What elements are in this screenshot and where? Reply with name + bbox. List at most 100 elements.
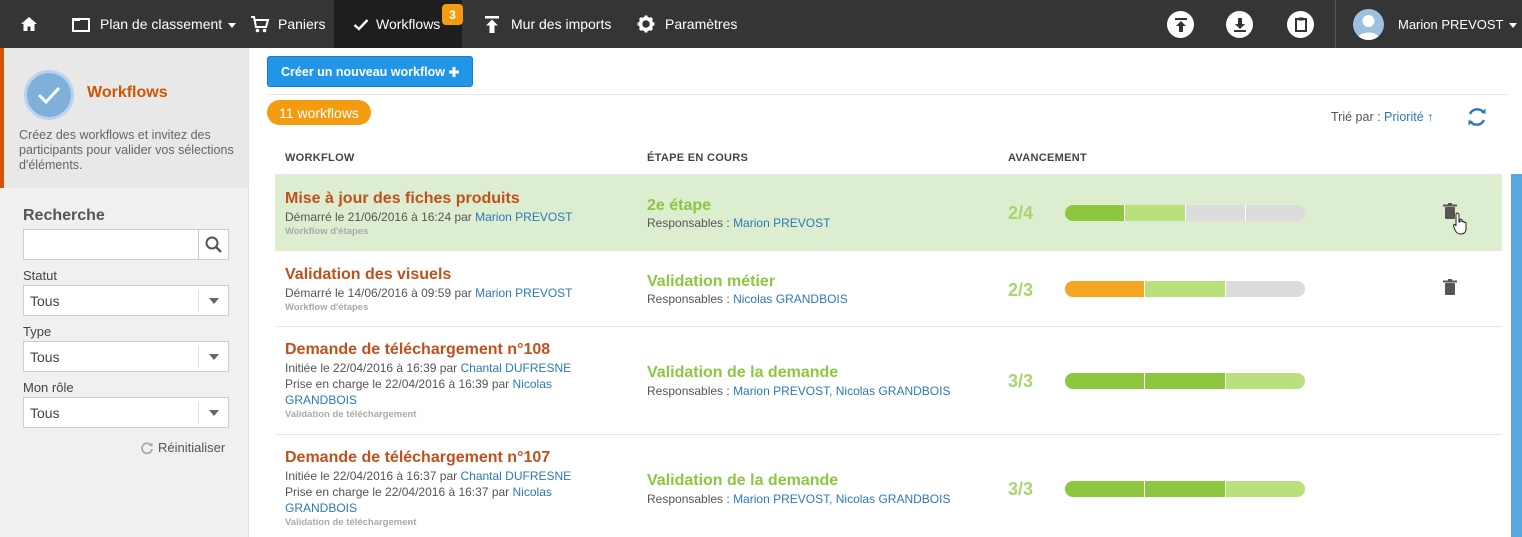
- nav-paniers[interactable]: Paniers: [250, 0, 325, 48]
- user-menu[interactable]: Marion PREVOST: [1398, 0, 1518, 48]
- workflow-kind: Workflow d'étapes: [285, 226, 369, 237]
- home-icon: [20, 17, 37, 31]
- type-label: Type: [23, 324, 52, 339]
- chevron-down-icon: [198, 402, 228, 424]
- user-icon: [1357, 15, 1380, 40]
- progress-segment: [1065, 281, 1145, 297]
- chevron-down-icon: [198, 346, 228, 368]
- progress-segment: [1224, 481, 1305, 497]
- avatar[interactable]: [1353, 9, 1384, 40]
- clipboard-button[interactable]: [1287, 11, 1314, 38]
- nav-mur-des-imports[interactable]: Mur des imports: [485, 0, 611, 48]
- refresh-button[interactable]: [1466, 106, 1488, 133]
- nav-label: Mur des imports: [511, 16, 612, 32]
- progress-bar: [1065, 481, 1305, 497]
- user-link[interactable]: Nicolas: [513, 377, 552, 391]
- user-link[interactable]: Chantal DUFRESNE: [460, 361, 571, 375]
- meta-text: Initiée le 22/04/2016 à 16:39 par: [285, 361, 458, 375]
- navbar-divider: [1335, 0, 1336, 48]
- download-icon: [1233, 17, 1246, 32]
- sidebar-title: Workflows: [87, 84, 168, 101]
- workflow-meta: Initiée le 22/04/2016 à 16:37 par Chanta…: [285, 468, 571, 516]
- scrollbar[interactable]: [1511, 174, 1522, 537]
- search-button[interactable]: [199, 229, 229, 260]
- column-header-workflow[interactable]: WORKFLOW: [285, 152, 355, 164]
- meta-text: Démarré le 21/06/2016 à 16:24 par: [285, 210, 472, 224]
- user-link[interactable]: Marion PREVOST: [475, 286, 572, 300]
- divider: [267, 94, 1509, 95]
- user-name: Marion PREVOST: [1398, 16, 1504, 32]
- workflow-title[interactable]: Demande de téléchargement n°108: [285, 341, 550, 359]
- progress-segment: [1224, 281, 1305, 297]
- delete-button[interactable]: [1443, 279, 1457, 300]
- nav-workflows[interactable]: Workflows 3: [334, 0, 463, 48]
- progress-segment: [1224, 373, 1305, 389]
- progress-bar: [1065, 205, 1305, 221]
- workflow-meta: Initiée le 22/04/2016 à 16:39 par Chanta…: [285, 360, 571, 408]
- sort-control[interactable]: Trié par : Priorité ↑: [1331, 110, 1433, 124]
- progress-segment: [1144, 373, 1225, 389]
- meta-text: Initiée le 22/04/2016 à 16:37 par: [285, 469, 458, 483]
- download-button[interactable]: [1226, 11, 1253, 38]
- responsables: Responsables : Marion PREVOST, Nicolas G…: [647, 492, 950, 506]
- user-link[interactable]: GRANDBOIS: [285, 501, 357, 515]
- type-select[interactable]: Tous: [23, 341, 229, 372]
- sort-value: Priorité ↑: [1384, 110, 1434, 124]
- search-heading: Recherche: [23, 207, 105, 224]
- user-link[interactable]: GRANDBOIS: [285, 393, 357, 407]
- nav-parametres[interactable]: Paramètres: [637, 0, 737, 48]
- resp-label: Responsables :: [647, 216, 730, 230]
- responsables: Responsables : Nicolas GRANDBOIS: [647, 292, 848, 306]
- workflow-meta: Démarré le 21/06/2016 à 16:24 par Marion…: [285, 209, 573, 225]
- refresh-icon: [1468, 108, 1486, 126]
- current-step: 2e étape: [647, 197, 712, 214]
- type-select-value: Tous: [30, 348, 60, 365]
- table-row[interactable]: Demande de téléchargement n°108 Initiée …: [275, 327, 1502, 435]
- status-select-value: Tous: [30, 292, 60, 309]
- new-workflow-button[interactable]: Créer un nouveau workflow: [267, 56, 473, 87]
- workflow-title[interactable]: Mise à jour des fiches produits: [285, 190, 520, 208]
- plus-icon: [448, 66, 459, 77]
- progress-segment: [1244, 205, 1305, 221]
- search-input[interactable]: [23, 229, 199, 260]
- table-row[interactable]: Mise à jour des fiches produits Démarré …: [275, 175, 1502, 251]
- table-row[interactable]: Demande de téléchargement n°107 Initiée …: [275, 435, 1502, 537]
- user-link[interactable]: Nicolas: [513, 485, 552, 499]
- column-header-step[interactable]: ÉTAPE EN COURS: [647, 152, 748, 164]
- upload-button[interactable]: [1167, 11, 1194, 38]
- progress-segment: [1144, 481, 1225, 497]
- table-row[interactable]: Validation des visuels Démarré le 14/06/…: [275, 251, 1502, 327]
- reset-button[interactable]: Réinitialiser: [140, 440, 225, 455]
- user-link[interactable]: Marion PREVOST: [475, 210, 572, 224]
- notification-badge: 3: [442, 4, 463, 25]
- progress-fraction: 3/3: [1008, 479, 1034, 499]
- upload-arrow-icon: [485, 15, 499, 33]
- meta-text: Prise en charge le 22/04/2016 à 16:39 pa…: [285, 377, 510, 391]
- progress-segment: [1144, 281, 1225, 297]
- nav-plan-de-classement[interactable]: Plan de classement: [72, 0, 237, 48]
- home-button[interactable]: [0, 0, 57, 48]
- role-select[interactable]: Tous: [23, 397, 229, 428]
- progress-fraction: 3/3: [1008, 371, 1034, 391]
- meta-text: Prise en charge le 22/04/2016 à 16:37 pa…: [285, 485, 510, 499]
- workflow-title[interactable]: Validation des visuels: [285, 266, 451, 284]
- clipboard-icon: [1294, 17, 1307, 32]
- workflow-title[interactable]: Demande de téléchargement n°107: [285, 449, 550, 467]
- sidebar-description: Créez des workflows et invitez des parti…: [19, 128, 234, 172]
- user-link[interactable]: Marion PREVOST: [733, 216, 830, 230]
- user-link[interactable]: Marion PREVOST, Nicolas GRANDBOIS: [733, 492, 950, 506]
- reset-label: Réinitialiser: [158, 440, 226, 455]
- meta-text: Démarré le 14/06/2016 à 09:59 par: [285, 286, 472, 300]
- current-step: Validation de la demande: [647, 364, 839, 381]
- progress-segment: [1065, 481, 1145, 497]
- sidebar: Workflows Créez des workflows et invitez…: [0, 48, 249, 537]
- column-header-progress[interactable]: AVANCEMENT: [1008, 152, 1087, 164]
- current-step: Validation de la demande: [647, 472, 839, 489]
- user-link[interactable]: Nicolas GRANDBOIS: [733, 292, 848, 306]
- nav-label: Plan de classement: [100, 16, 223, 32]
- status-select[interactable]: Tous: [23, 285, 229, 316]
- user-link[interactable]: Chantal DUFRESNE: [460, 469, 571, 483]
- check-icon: [353, 18, 369, 31]
- user-link[interactable]: Marion PREVOST, Nicolas GRANDBOIS: [733, 384, 950, 398]
- refresh-icon: [141, 441, 153, 454]
